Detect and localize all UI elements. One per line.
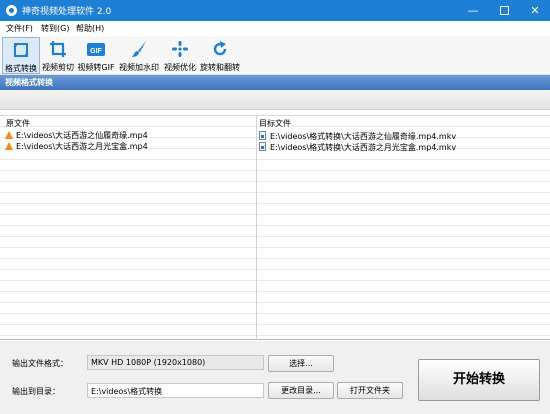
window-title: 神奇视频处理软件 2.0 (22, 7, 112, 17)
source-file-path: E:\videos\大话西游之仙履奇缘.mp4 (16, 131, 148, 140)
target-file-path: E:\videos\格式转换\大话西游之月光宝盒.mp4.mkv (270, 143, 457, 152)
file-grid[interactable]: 原文件 目标文件 E:\videos\大话西游之仙履奇缘.mp4 E:\vide… (0, 115, 550, 340)
video-to-gif-button[interactable]: GIF 视频转GIF (76, 37, 116, 74)
output-settings-panel: 输出文件格式： MKV HD 1080P (1920x1080) 选择... 输… (0, 341, 550, 414)
table-row-target[interactable]: E:\videos\格式转换\大话西游之仙履奇缘.mp4.mkv (259, 131, 456, 141)
menu-file[interactable]: 文件(F) (6, 23, 33, 34)
output-dir-field[interactable]: E:\videos\格式转换 (87, 383, 264, 398)
column-header-source[interactable]: 原文件 (6, 118, 30, 129)
rotate-icon (213, 41, 227, 56)
menu-help[interactable]: 帮助(H) (76, 23, 104, 34)
output-dir-label: 输出到目录： (12, 387, 60, 396)
start-convert-button[interactable]: 开始转换 (418, 359, 540, 401)
vlc-file-icon (5, 142, 13, 150)
section-band (0, 90, 550, 110)
column-header-target[interactable]: 目标文件 (259, 118, 291, 129)
format-convert-button[interactable]: 格式转换 (2, 37, 40, 74)
menu-goto[interactable]: 转到(G) (41, 23, 69, 34)
toolbar-label: 视频优化 (164, 63, 196, 72)
toolbar-label: 视频加水印 (119, 63, 159, 72)
source-file-path: E:\videos\大话西游之月光宝盒.mp4 (16, 142, 148, 151)
toolbar: 格式转换 视频剪切 GIF 视频转GIF 视频加水印 视频优化 旋转和翻转 (0, 36, 550, 75)
target-file-path: E:\videos\格式转换\大话西游之仙履奇缘.mp4.mkv (270, 132, 457, 141)
video-cut-button[interactable]: 视频剪切 (40, 37, 76, 74)
gif-icon: GIF (87, 43, 105, 56)
toolbar-label: 旋转和翻转 (200, 63, 240, 72)
output-format-field: MKV HD 1080P (1920x1080) (87, 355, 264, 370)
maximize-button[interactable] (489, 0, 519, 21)
brush-icon (132, 41, 146, 57)
close-button[interactable]: ✕ (520, 0, 550, 21)
video-optimize-button[interactable]: 视频优化 (162, 37, 198, 74)
format-convert-icon (13, 43, 29, 57)
app-icon (6, 5, 17, 16)
toolbar-label: 视频剪切 (42, 63, 74, 72)
toolbar-label: 格式转换 (5, 64, 37, 73)
gif-icon-text: GIF (90, 48, 102, 55)
crop-icon (50, 41, 66, 57)
maximize-icon (499, 6, 509, 15)
table-row-source[interactable]: E:\videos\大话西游之月光宝盒.mp4 (5, 142, 148, 152)
rotate-flip-button[interactable]: 旋转和翻转 (199, 37, 241, 74)
toolbar-label: 视频转GIF (77, 63, 115, 72)
column-divider[interactable] (256, 116, 257, 339)
table-row-target[interactable]: E:\videos\格式转换\大话西游之月光宝盒.mp4.mkv (259, 142, 456, 152)
output-format-label: 输出文件格式： (12, 359, 68, 368)
minimize-button[interactable]: — (458, 0, 488, 21)
watermark-button[interactable]: 视频加水印 (117, 37, 161, 74)
optimize-icon (172, 41, 188, 57)
vlc-file-icon (5, 131, 13, 139)
open-folder-button[interactable]: 打开文件夹 (337, 382, 403, 399)
menu-bar: 文件(F) 转到(G) 帮助(H) (0, 21, 550, 36)
table-row-source[interactable]: E:\videos\大话西游之仙履奇缘.mp4 (5, 131, 148, 141)
choose-format-button[interactable]: 选择... (268, 355, 334, 372)
file-icon (259, 142, 266, 151)
change-dir-button[interactable]: 更改目录... (268, 382, 334, 399)
section-title: 视频格式转换 (0, 75, 550, 90)
file-icon (259, 131, 266, 140)
title-bar: 神奇视频处理软件 2.0 — ✕ (0, 0, 550, 21)
